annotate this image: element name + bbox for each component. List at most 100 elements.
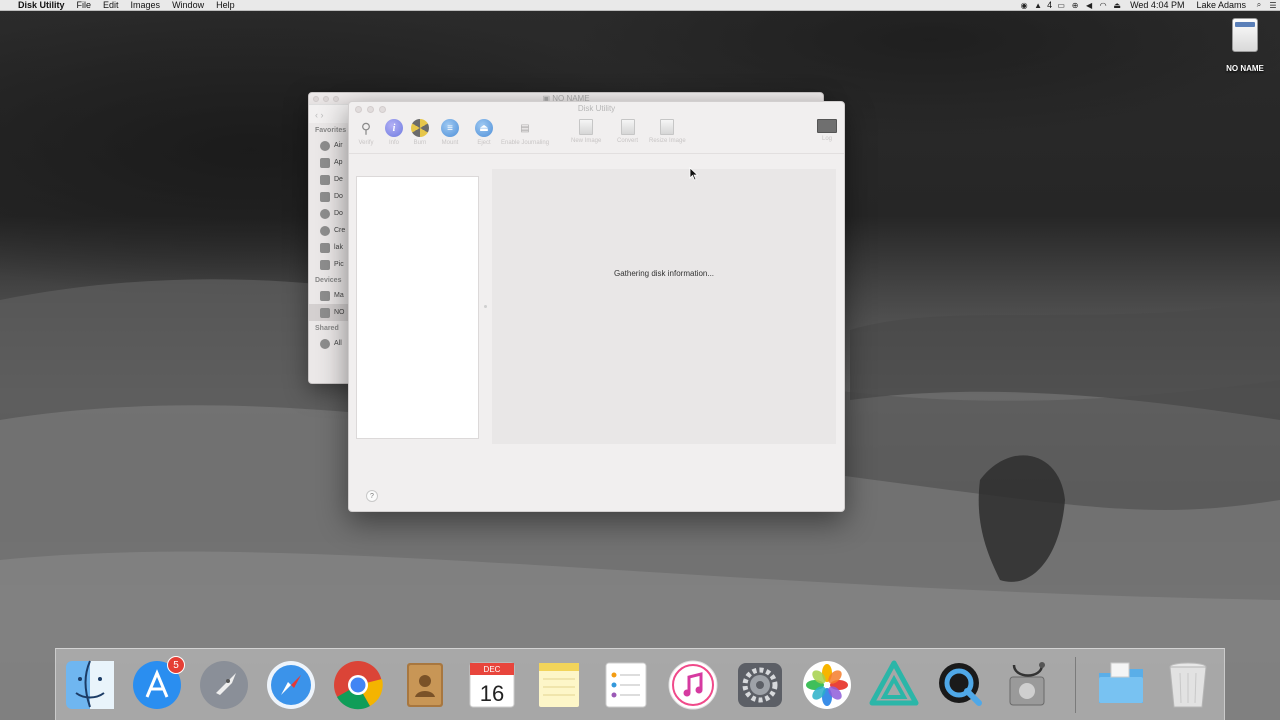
dock-quicktime[interactable] <box>933 657 989 713</box>
menu-window[interactable]: Window <box>166 0 210 11</box>
minimize-button[interactable] <box>323 96 329 102</box>
sidebar-item-desktop[interactable]: De <box>309 171 353 188</box>
sidebar-item-pictures[interactable]: Pic <box>309 256 353 273</box>
list-icon[interactable]: ☰ <box>1266 1 1280 10</box>
resize-image-button[interactable]: Resize Image <box>649 119 686 144</box>
du-toolbar: ⚲ Verify i Info Burn ≡ Mount ⏏ Eject ▤ E… <box>349 116 844 154</box>
clock[interactable]: Wed 4:04 PM <box>1124 0 1190 11</box>
dock-chrome[interactable] <box>330 657 386 713</box>
dock-separator <box>1075 657 1076 713</box>
info-button[interactable]: i Info <box>385 119 403 146</box>
calendar-day: 16 <box>480 681 504 706</box>
menu-bar: Disk Utility File Edit Images Window Hel… <box>0 0 1280 11</box>
chrome-icon <box>334 661 383 710</box>
eject-button[interactable]: ⏏ Eject <box>475 119 493 146</box>
back-arrow-icon[interactable]: ‹ <box>315 110 318 120</box>
dock-notes[interactable] <box>531 657 587 713</box>
desktop-icon <box>320 174 330 185</box>
airdrop-icon <box>320 140 330 151</box>
finder-sidebar: Favorites Air Ap De Do Do Cre lak Pic De… <box>309 123 353 383</box>
dock-safari[interactable] <box>263 657 319 713</box>
sidebar-item-no-name[interactable]: NO <box>309 304 353 321</box>
sidebar-item-documents[interactable]: Do <box>309 188 353 205</box>
dock: 5 DEC 16 <box>55 648 1225 720</box>
dock-calendar[interactable]: DEC 16 <box>464 657 520 713</box>
dock-trash[interactable] <box>1160 657 1216 713</box>
new-image-icon <box>579 119 594 135</box>
dock-launchpad[interactable] <box>196 657 252 713</box>
convert-button[interactable]: Convert <box>617 119 638 144</box>
log-button[interactable]: Log <box>817 119 837 142</box>
volume-icon[interactable]: ◀ <box>1082 1 1096 10</box>
journaling-icon: ▤ <box>520 122 530 134</box>
dock-disk-utility[interactable] <box>1000 657 1056 713</box>
sync-icon[interactable]: ◉ <box>1017 1 1031 10</box>
documents-icon <box>320 191 330 202</box>
quicktime-icon <box>939 663 982 706</box>
du-title: Disk Utility <box>577 104 616 113</box>
menu-edit[interactable]: Edit <box>97 0 125 11</box>
menu-help[interactable]: Help <box>210 0 241 11</box>
du-zoom-button[interactable] <box>379 106 386 113</box>
dock-downloads-folder[interactable] <box>1093 657 1149 713</box>
sidebar-item-creative-cloud[interactable]: Cre <box>309 222 353 239</box>
dock-app-store[interactable]: 5 <box>129 656 185 713</box>
drive-label: NO NAME <box>1226 64 1264 73</box>
device-list[interactable] <box>356 176 479 439</box>
dock-contacts[interactable] <box>397 657 453 713</box>
dock-photos[interactable] <box>799 657 855 713</box>
new-image-button[interactable]: New Image <box>571 119 601 144</box>
itunes-music-icon <box>668 660 718 710</box>
user-name[interactable]: Lake Adams <box>1190 0 1252 11</box>
desktop-drive-icon[interactable]: NO NAME <box>1222 18 1268 73</box>
folder-icon <box>1099 662 1143 703</box>
help-button[interactable]: ? <box>366 490 378 502</box>
menu-file[interactable]: File <box>71 0 98 11</box>
affinity-icon <box>869 660 919 706</box>
convert-icon <box>620 119 635 135</box>
mount-button[interactable]: ≡ Mount <box>441 119 459 146</box>
zoom-button[interactable] <box>333 96 339 102</box>
dock-affinity[interactable] <box>866 657 922 713</box>
dock-finder[interactable] <box>62 657 118 713</box>
safari-compass-icon <box>267 661 315 709</box>
enable-journaling-button[interactable]: ▤ Enable Journaling <box>501 119 549 147</box>
status-area: ◉ ▲ 4 ▭ ⊕ ◀ ◠ ⏏ Wed 4:04 PM Lake Adams ⌕… <box>1017 0 1280 11</box>
wifi-icon[interactable]: ◠ <box>1096 1 1110 10</box>
disk-utility-window[interactable]: Disk Utility ⚲ Verify i Info Burn ≡ Moun… <box>348 101 845 512</box>
split-resize-handle[interactable] <box>484 305 487 308</box>
forward-arrow-icon[interactable]: › <box>321 110 324 120</box>
battery-status-icon[interactable]: ▭ <box>1054 1 1068 10</box>
sidebar-item-applications[interactable]: Ap <box>309 154 353 171</box>
adobe-icon[interactable]: ▲ <box>1031 1 1045 10</box>
eject-icon[interactable]: ⏏ <box>1110 1 1124 10</box>
verify-button[interactable]: ⚲ Verify <box>357 119 375 147</box>
search-icon[interactable]: ⌕ <box>1252 0 1266 10</box>
photos-flower-icon <box>803 661 851 709</box>
du-minimize-button[interactable] <box>367 106 374 113</box>
sd-card-icon <box>320 307 330 318</box>
menu-images[interactable]: Images <box>125 0 167 11</box>
sidebar-item-airdrop[interactable]: Air <box>309 137 353 154</box>
log-icon <box>817 119 837 133</box>
sidebar-item-all[interactable]: All <box>309 335 353 352</box>
contacts-book-icon <box>407 663 443 707</box>
link-icon[interactable]: ⊕ <box>1068 1 1082 10</box>
notes-icon <box>539 663 579 707</box>
du-close-button[interactable] <box>355 106 362 113</box>
app-menu[interactable]: Disk Utility <box>12 0 71 11</box>
sidebar-item-downloads[interactable]: Do <box>309 205 353 222</box>
mount-icon: ≡ <box>441 119 459 137</box>
dock-itunes[interactable] <box>665 657 721 713</box>
nav-buttons[interactable]: ‹ › <box>315 110 324 120</box>
burn-button[interactable]: Burn <box>411 119 429 146</box>
window-controls <box>313 96 339 102</box>
sidebar-item-macintosh-hd[interactable]: Ma <box>309 287 353 304</box>
sidebar-section-favorites: Favorites <box>315 127 347 134</box>
resize-image-icon <box>660 119 675 135</box>
dock-system-preferences[interactable] <box>732 657 788 713</box>
trash-icon <box>1169 662 1207 708</box>
close-button[interactable] <box>313 96 319 102</box>
dock-reminders[interactable] <box>598 657 654 713</box>
sidebar-item-home[interactable]: lak <box>309 239 353 256</box>
